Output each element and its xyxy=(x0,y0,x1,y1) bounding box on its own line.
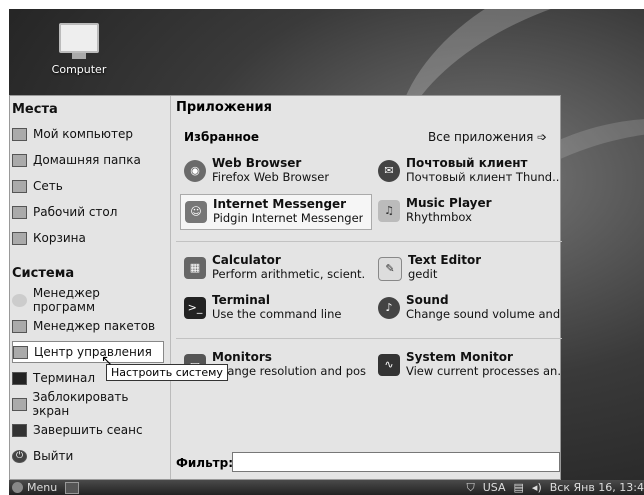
system-item-package-manager[interactable]: Менеджер пакетов xyxy=(12,315,164,337)
network-icon[interactable]: ▤ xyxy=(514,481,524,494)
app-internet-messenger[interactable]: ☺ Internet Messenger Pidgin Internet Mess… xyxy=(180,194,372,230)
mouse-cursor-icon: ↖ xyxy=(101,353,113,369)
mail-icon: ✉ xyxy=(378,160,400,182)
bottom-panel: Menu ⛉ USA ▤ ◂) Вск Янв 16, 13:4 xyxy=(9,480,644,495)
calculator-icon: ▦ xyxy=(184,257,206,279)
places-item-network[interactable]: Сеть xyxy=(12,175,164,197)
app-text-editor[interactable]: ✎ Text Editor gedit xyxy=(374,251,562,287)
lock-icon xyxy=(12,397,27,411)
desktop-icon-label: Computer xyxy=(51,63,107,76)
pidgin-icon: ☺ xyxy=(185,201,207,223)
app-system-monitor[interactable]: ∿ System Monitor View current processes a… xyxy=(374,348,562,384)
computer-icon xyxy=(12,127,27,141)
app-mail-client[interactable]: ✉ Почтовый клиент Почтовый клиент Thund..… xyxy=(374,154,562,190)
filter-label: Фильтр: xyxy=(176,456,234,470)
places-item-trash[interactable]: Корзина xyxy=(12,227,164,249)
column-divider xyxy=(170,96,171,479)
app-terminal[interactable]: >_ Terminal Use the command line xyxy=(180,291,368,327)
software-manager-icon xyxy=(12,293,27,307)
all-applications-link[interactable]: Все приложения ➩ xyxy=(428,130,547,144)
app-sound[interactable]: ♪ Sound Change sound volume and... xyxy=(374,291,562,327)
system-monitor-icon: ∿ xyxy=(378,354,400,376)
applications-title: Приложения xyxy=(176,100,272,115)
shield-icon[interactable]: ⛉ xyxy=(467,481,475,495)
menu-button[interactable]: Menu xyxy=(12,481,57,494)
start-menu: Места Мой компьютер Домашняя папка Сеть … xyxy=(9,95,562,480)
system-item-control-center[interactable]: Центр управления xyxy=(12,341,164,363)
sound-icon: ♪ xyxy=(378,297,400,319)
menu-left-column: Места Мой компьютер Домашняя папка Сеть … xyxy=(10,96,170,479)
system-item-logout[interactable]: Завершить сеанс xyxy=(12,419,164,441)
volume-icon[interactable]: ◂) xyxy=(532,481,542,494)
places-item-computer[interactable]: Мой компьютер xyxy=(12,123,164,145)
system-item-quit[interactable]: ⏻ Выйти xyxy=(12,445,164,467)
terminal-icon: >_ xyxy=(184,297,206,319)
firefox-icon: ◉ xyxy=(184,160,206,182)
places-title: Места xyxy=(12,102,58,117)
places-item-home[interactable]: Домашняя папка xyxy=(12,149,164,171)
separator xyxy=(176,241,562,242)
menu-right-column: Приложения Избранное Все приложения ➩ ◉ … xyxy=(176,96,562,479)
package-manager-icon xyxy=(12,319,27,333)
system-item-software-manager[interactable]: Менеджер программ xyxy=(12,286,164,314)
network-icon xyxy=(12,179,27,193)
menu-logo-icon xyxy=(12,482,23,493)
filter-input[interactable] xyxy=(232,452,560,472)
terminal-icon xyxy=(12,371,27,385)
system-title: Система xyxy=(12,266,75,281)
favorites-title: Избранное xyxy=(184,130,260,144)
tooltip: Настроить систему xyxy=(106,364,228,381)
desktop-computer-icon[interactable]: Computer xyxy=(47,23,111,76)
desktop-icon xyxy=(12,205,27,219)
control-center-icon xyxy=(13,345,28,359)
text-editor-icon: ✎ xyxy=(378,257,402,281)
music-icon: ♫ xyxy=(378,200,400,222)
power-icon: ⏻ xyxy=(12,449,27,463)
logout-icon xyxy=(12,423,27,437)
folder-icon xyxy=(12,153,27,167)
computer-icon xyxy=(59,23,99,59)
keyboard-layout[interactable]: USA xyxy=(483,481,506,494)
places-item-desktop[interactable]: Рабочий стол xyxy=(12,201,164,223)
system-tray: ⛉ USA ▤ ◂) Вск Янв 16, 13:4 xyxy=(459,480,644,495)
separator xyxy=(176,338,562,339)
app-music-player[interactable]: ♫ Music Player Rhythmbox xyxy=(374,194,562,230)
clock[interactable]: Вск Янв 16, 13:4 xyxy=(550,481,644,494)
app-calculator[interactable]: ▦ Calculator Perform arithmetic, scient..… xyxy=(180,251,368,287)
app-web-browser[interactable]: ◉ Web Browser Firefox Web Browser xyxy=(180,154,368,190)
show-desktop-icon[interactable] xyxy=(65,482,79,494)
trash-icon xyxy=(12,231,27,245)
system-item-lock-screen[interactable]: Заблокировать экран xyxy=(12,390,164,418)
